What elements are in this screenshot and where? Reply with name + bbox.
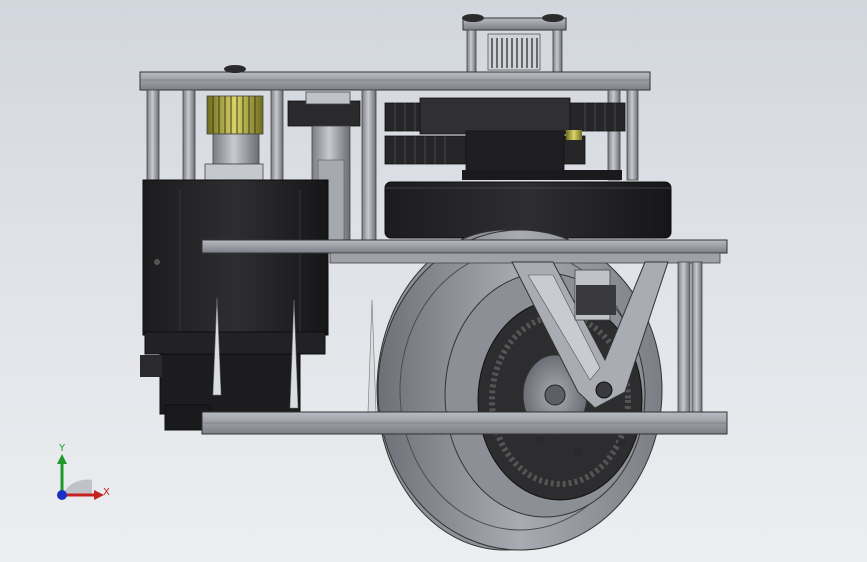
cad-viewport[interactable]: Y X	[0, 0, 867, 562]
coordinate-triad-icon	[57, 454, 104, 500]
top-plate	[139, 71, 651, 91]
middle-plate	[201, 239, 728, 254]
axis-x-label: X	[103, 487, 110, 498]
hub-motor-drum	[384, 181, 672, 239]
drive-wheel-assembly-model[interactable]	[0, 0, 867, 562]
top-encoder-bracket	[462, 14, 567, 73]
axis-y-label: Y	[59, 443, 66, 454]
brass-pinion-gear	[204, 95, 264, 183]
large-spur-gear-stack	[384, 97, 626, 180]
